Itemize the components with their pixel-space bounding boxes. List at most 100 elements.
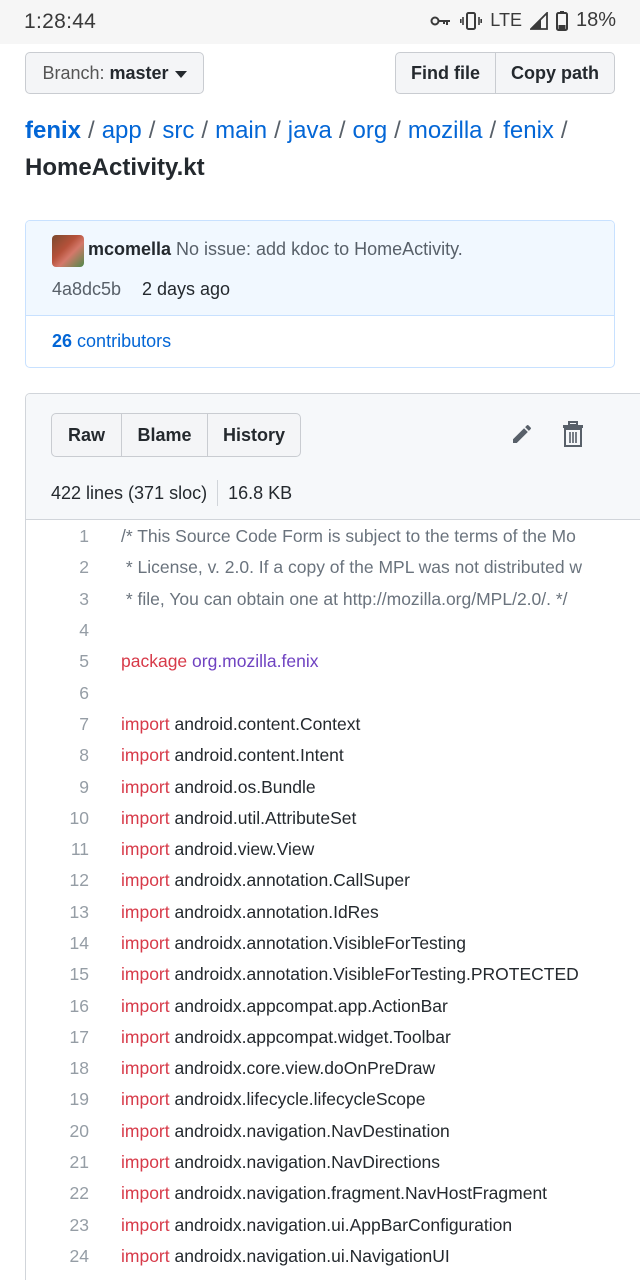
- line-source: import android.os.Bundle: [89, 777, 316, 798]
- line-number[interactable]: 23: [26, 1215, 89, 1236]
- signal-icon: [529, 11, 548, 30]
- breadcrumb-link[interactable]: main: [215, 117, 267, 144]
- line-number[interactable]: 19: [26, 1089, 89, 1110]
- keyword-token: import: [121, 1026, 175, 1047]
- line-number[interactable]: 8: [26, 745, 89, 766]
- breadcrumb-link[interactable]: java: [288, 117, 332, 144]
- code-token: android.util.AttributeSet: [174, 807, 357, 828]
- line-number[interactable]: 21: [26, 1152, 89, 1173]
- code-line: 10 import android.util.AttributeSet: [26, 803, 640, 834]
- line-source: import android.content.Intent: [89, 745, 344, 766]
- breadcrumb-separator: /: [338, 117, 346, 144]
- line-number[interactable]: 10: [26, 808, 89, 829]
- line-number[interactable]: 22: [26, 1183, 89, 1204]
- code-token: android.view.View: [174, 839, 315, 860]
- line-source: import android.content.Context: [89, 714, 360, 735]
- line-number[interactable]: 11: [26, 839, 89, 860]
- commit-summary: mcomella No issue: add kdoc to HomeActiv…: [26, 221, 614, 316]
- keyword-token: import: [121, 1214, 175, 1235]
- breadcrumb-link[interactable]: fenix: [503, 117, 554, 144]
- code-line: 12 import androidx.annotation.CallSuper: [26, 865, 640, 896]
- line-number[interactable]: 20: [26, 1121, 89, 1142]
- file-lines: 422 lines (371 sloc): [51, 482, 208, 503]
- contributors-link[interactable]: 26 contributors: [52, 331, 171, 352]
- line-number[interactable]: 18: [26, 1058, 89, 1079]
- copy-path-button[interactable]: Copy path: [496, 53, 614, 93]
- line-number[interactable]: 2: [26, 557, 89, 578]
- line-source: import androidx.annotation.VisibleForTes…: [89, 933, 466, 954]
- avatar[interactable]: [52, 235, 84, 267]
- line-source: import androidx.lifecycle.lifecycleScope: [89, 1089, 425, 1110]
- breadcrumb-link[interactable]: fenix: [25, 117, 81, 144]
- comment-token: * file, You can obtain one at http://moz…: [121, 588, 568, 609]
- line-source: package org.mozilla.fenix: [89, 651, 318, 672]
- find-file-button[interactable]: Find file: [396, 53, 496, 93]
- code-line: 14 import androidx.annotation.VisibleForT…: [26, 928, 640, 959]
- keyword-token: import: [121, 1089, 175, 1110]
- raw-button[interactable]: Raw: [52, 414, 122, 456]
- breadcrumb-link[interactable]: src: [162, 117, 194, 144]
- line-number[interactable]: 7: [26, 714, 89, 735]
- commit-message-link[interactable]: No issue: add kdoc to HomeActivity.: [176, 239, 463, 260]
- code-token: androidx.annotation.CallSuper: [174, 870, 410, 891]
- branch-select-button[interactable]: Branch: master: [25, 52, 204, 94]
- keyword-token: import: [121, 1245, 175, 1266]
- code-line: 16 import androidx.appcompat.app.ActionBa…: [26, 990, 640, 1021]
- line-number[interactable]: 5: [26, 651, 89, 672]
- line-source: import androidx.appcompat.app.ActionBar: [89, 996, 448, 1017]
- vibrate-icon: [460, 11, 483, 30]
- line-number[interactable]: 1: [26, 526, 89, 547]
- line-number[interactable]: 16: [26, 996, 89, 1017]
- divider: [217, 480, 219, 506]
- keyword-token: import: [121, 901, 175, 922]
- commit-author-link[interactable]: mcomella: [88, 239, 171, 260]
- line-number[interactable]: 12: [26, 870, 89, 891]
- code-token: androidx.navigation.NavDirections: [174, 1152, 441, 1173]
- history-button[interactable]: History: [208, 414, 300, 456]
- line-source: import androidx.core.view.doOnPreDraw: [89, 1058, 435, 1079]
- trash-icon[interactable]: [562, 421, 584, 452]
- breadcrumb-separator: /: [274, 117, 281, 144]
- blame-button[interactable]: Blame: [122, 414, 208, 456]
- line-number[interactable]: 24: [26, 1246, 89, 1267]
- line-number[interactable]: 15: [26, 964, 89, 985]
- line-number[interactable]: 4: [26, 620, 89, 641]
- breadcrumb-link[interactable]: org: [352, 117, 387, 144]
- code-token: androidx.navigation.fragment.NavHostFrag…: [174, 1183, 548, 1204]
- commit-sha-link[interactable]: 4a8dc5b: [52, 279, 121, 300]
- line-source: import androidx.navigation.ui.Navigation…: [89, 1246, 450, 1267]
- breadcrumb-link[interactable]: app: [102, 117, 142, 144]
- line-source: import androidx.navigation.fragment.NavH…: [89, 1183, 547, 1204]
- battery-percent: 18%: [575, 9, 616, 31]
- code-line: 2 * License, v. 2.0. If a copy of the MP…: [26, 552, 640, 583]
- breadcrumb-link[interactable]: mozilla: [408, 117, 483, 144]
- code-listing: 1 /* This Source Code Form is subject to …: [26, 521, 640, 1272]
- line-number[interactable]: 14: [26, 933, 89, 954]
- keyword-token: import: [121, 1183, 175, 1204]
- code-line: 4: [26, 615, 640, 646]
- code-line: 19 import androidx.lifecycle.lifecycleSco…: [26, 1084, 640, 1115]
- code-line: 9 import android.os.Bundle: [26, 771, 640, 802]
- battery-icon: [555, 10, 568, 31]
- line-source: * file, You can obtain one at http://moz…: [89, 589, 568, 610]
- pencil-icon[interactable]: [510, 422, 534, 451]
- contributors-count: 26: [52, 331, 73, 351]
- commit-date: 2 days ago: [142, 279, 231, 299]
- keyword-token: import: [121, 1152, 175, 1173]
- line-number[interactable]: 3: [26, 589, 89, 610]
- code-line: 3 * file, You can obtain one at http://m…: [26, 584, 640, 615]
- line-number[interactable]: 6: [26, 683, 89, 704]
- line-source: import androidx.annotation.IdRes: [89, 902, 379, 923]
- code-line: 15 import androidx.annotation.VisibleForT…: [26, 959, 640, 990]
- breadcrumb-separator: /: [489, 117, 497, 144]
- code-token: androidx.appcompat.widget.Toolbar: [174, 1026, 451, 1047]
- line-number[interactable]: 13: [26, 902, 89, 923]
- line-number[interactable]: 17: [26, 1027, 89, 1048]
- line-number[interactable]: 9: [26, 777, 89, 798]
- code-line: 13 import androidx.annotation.IdRes: [26, 897, 640, 928]
- code-line: 17 import androidx.appcompat.widget.Toolb…: [26, 1022, 640, 1053]
- line-source: import androidx.navigation.ui.AppBarConf…: [89, 1215, 512, 1236]
- code-token: android.os.Bundle: [174, 776, 316, 797]
- package-token: org.mozilla.fenix: [192, 651, 319, 672]
- code-token: androidx.annotation.VisibleForTesting: [174, 933, 467, 953]
